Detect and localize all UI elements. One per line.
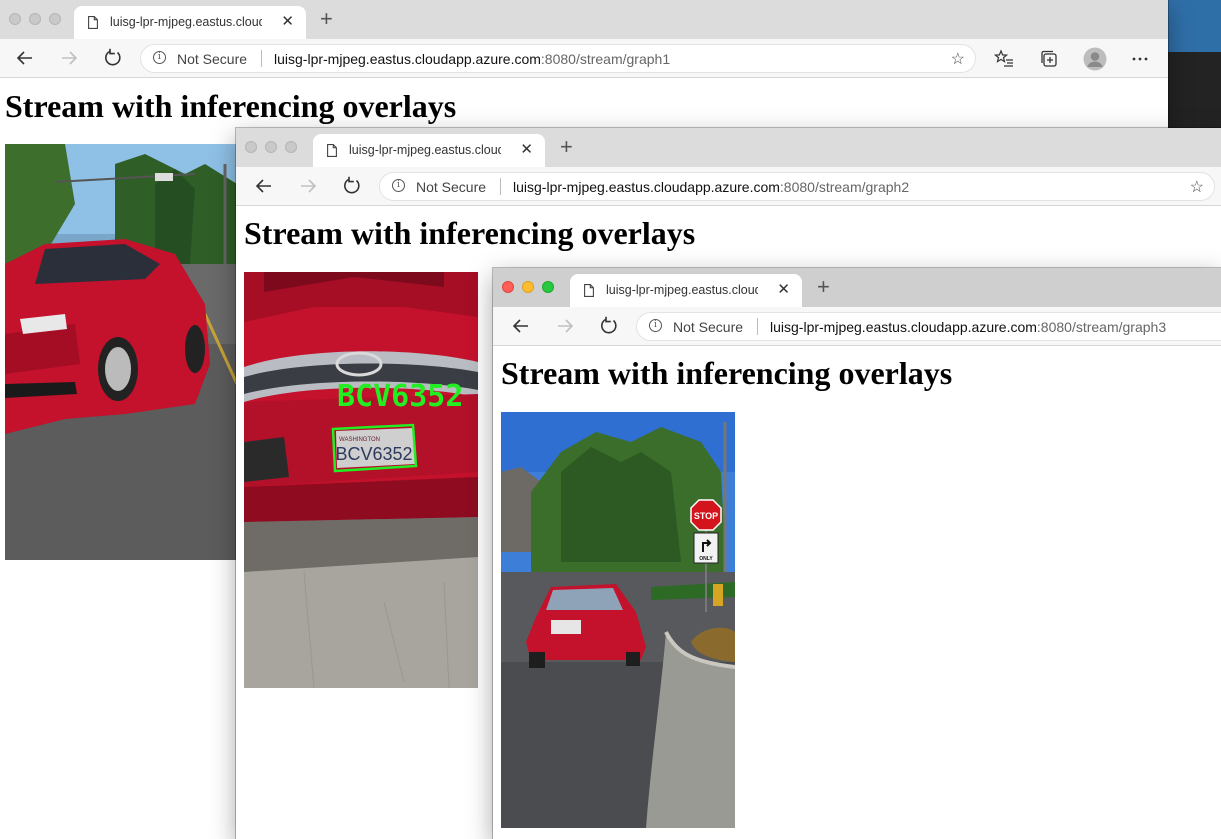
minimize-window-button[interactable] (265, 141, 277, 153)
car-front-photo (5, 144, 237, 560)
url-text: luisg-lpr-mjpeg.eastus.cloudapp.azure.co… (513, 179, 909, 195)
url-text: luisg-lpr-mjpeg.eastus.cloudapp.azure.co… (274, 51, 670, 67)
new-tab-button[interactable]: + (560, 135, 573, 159)
page-heading: Stream with inferencing overlays (501, 355, 953, 391)
reload-icon[interactable] (341, 175, 363, 197)
zoom-window-button[interactable] (49, 13, 61, 25)
url-host: luisg-lpr-mjpeg.eastus.cloudapp.azure.co… (274, 51, 541, 67)
browser-window-3: luisg-lpr-mjpeg.eastus.cloudapp.azure.co… (493, 268, 1221, 839)
address-separator (261, 50, 262, 67)
browser-tab[interactable]: luisg-lpr-mjpeg.eastus.cloudapp.azure.co… (313, 134, 545, 167)
video-stream-image (5, 144, 237, 560)
profile-avatar-icon[interactable] (1083, 47, 1107, 71)
page-icon (584, 284, 594, 297)
url-text: luisg-lpr-mjpeg.eastus.cloudapp.azure.co… (770, 319, 1166, 335)
favorite-star-icon[interactable]: ☆ (1190, 177, 1204, 197)
license-plate-detection-photo: WASHINGTON BCV6352 BCV6352 (244, 272, 478, 688)
plate-text: BCV6352 (335, 444, 412, 464)
desktop-background (1168, 0, 1221, 52)
info-icon[interactable]: i (649, 319, 662, 332)
stop-sign-text: STOP (694, 511, 718, 521)
zoom-window-button[interactable] (542, 281, 554, 293)
favorites-icon[interactable] (994, 49, 1014, 69)
tab-title: luisg-lpr-mjpeg.eastus.cloudapp.azure.co… (606, 283, 758, 297)
url-host: luisg-lpr-mjpeg.eastus.cloudapp.azure.co… (770, 319, 1037, 335)
navigation-toolbar: i Not Secure luisg-lpr-mjpeg.eastus.clou… (236, 167, 1221, 206)
address-bar[interactable]: i Not Secure luisg-lpr-mjpeg.eastus.clou… (140, 44, 976, 73)
desktop-background-dark (1168, 52, 1221, 128)
svg-text:WASHINGTON: WASHINGTON (339, 437, 380, 443)
more-options-icon[interactable] (1130, 49, 1150, 69)
tab-strip: luisg-lpr-mjpeg.eastus.cloudapp.azure.co… (0, 0, 1168, 39)
close-window-button[interactable] (502, 281, 514, 293)
minimize-window-button[interactable] (29, 13, 41, 25)
back-icon[interactable] (253, 175, 275, 197)
video-stream-image: STOP ONLY (501, 412, 735, 828)
window-controls (502, 281, 554, 293)
window-controls (245, 141, 297, 153)
favorite-star-icon[interactable]: ☆ (951, 49, 965, 69)
info-icon[interactable]: i (392, 179, 405, 192)
window-controls (9, 13, 61, 25)
url-path: :8080/stream/graph3 (1036, 319, 1167, 335)
close-tab-icon[interactable]: ✕ (777, 281, 790, 298)
url-path: :8080/stream/graph1 (540, 51, 671, 67)
tab-strip: luisg-lpr-mjpeg.eastus.cloudapp.azure.co… (493, 268, 1221, 307)
security-label: Not Secure (177, 51, 248, 67)
car-rear-photo: STOP ONLY (501, 412, 735, 828)
url-path: :8080/stream/graph2 (779, 179, 910, 195)
security-label: Not Secure (416, 179, 487, 195)
browser-tab[interactable]: luisg-lpr-mjpeg.eastus.cloudapp.azure.co… (570, 274, 802, 307)
tab-title: luisg-lpr-mjpeg.eastus.cloudapp.azure.co… (110, 15, 262, 29)
collections-icon[interactable] (1039, 49, 1059, 69)
tab-strip: luisg-lpr-mjpeg.eastus.cloudapp.azure.co… (236, 128, 1221, 167)
page-content: Stream with inferencing overlays STOP ON… (493, 346, 1221, 839)
zoom-window-button[interactable] (285, 141, 297, 153)
forward-icon[interactable] (58, 47, 80, 69)
navigation-toolbar: i Not Secure luisg-lpr-mjpeg.eastus.clou… (0, 39, 1168, 78)
close-window-button[interactable] (245, 141, 257, 153)
address-separator (757, 318, 758, 335)
close-tab-icon[interactable]: ✕ (520, 141, 533, 158)
forward-icon[interactable] (554, 315, 576, 337)
new-tab-button[interactable]: + (817, 275, 830, 299)
address-separator (500, 178, 501, 195)
new-tab-button[interactable]: + (320, 7, 333, 31)
info-icon[interactable]: i (153, 51, 166, 64)
forward-icon[interactable] (297, 175, 319, 197)
page-icon (88, 16, 98, 29)
only-sign-text: ONLY (699, 556, 713, 562)
close-tab-icon[interactable]: ✕ (281, 13, 294, 30)
back-icon[interactable] (510, 315, 532, 337)
browser-tab[interactable]: luisg-lpr-mjpeg.eastus.cloudapp.azure.co… (74, 6, 306, 39)
reload-icon[interactable] (102, 47, 124, 69)
video-stream-image: WASHINGTON BCV6352 BCV6352 (244, 272, 478, 688)
address-bar[interactable]: i Not Secure luisg-lpr-mjpeg.eastus.clou… (379, 172, 1215, 201)
reload-icon[interactable] (598, 315, 620, 337)
tab-title: luisg-lpr-mjpeg.eastus.cloudapp.azure.co… (349, 143, 501, 157)
url-host: luisg-lpr-mjpeg.eastus.cloudapp.azure.co… (513, 179, 780, 195)
back-icon[interactable] (14, 47, 36, 69)
navigation-toolbar: i Not Secure luisg-lpr-mjpeg.eastus.clou… (493, 307, 1221, 346)
detected-plate-label: BCV6352 (337, 379, 463, 414)
page-heading: Stream with inferencing overlays (5, 88, 457, 124)
page-icon (327, 144, 337, 157)
security-label: Not Secure (673, 319, 744, 335)
close-window-button[interactable] (9, 13, 21, 25)
address-bar[interactable]: i Not Secure luisg-lpr-mjpeg.eastus.clou… (636, 312, 1221, 341)
minimize-window-button[interactable] (522, 281, 534, 293)
page-heading: Stream with inferencing overlays (244, 215, 696, 251)
